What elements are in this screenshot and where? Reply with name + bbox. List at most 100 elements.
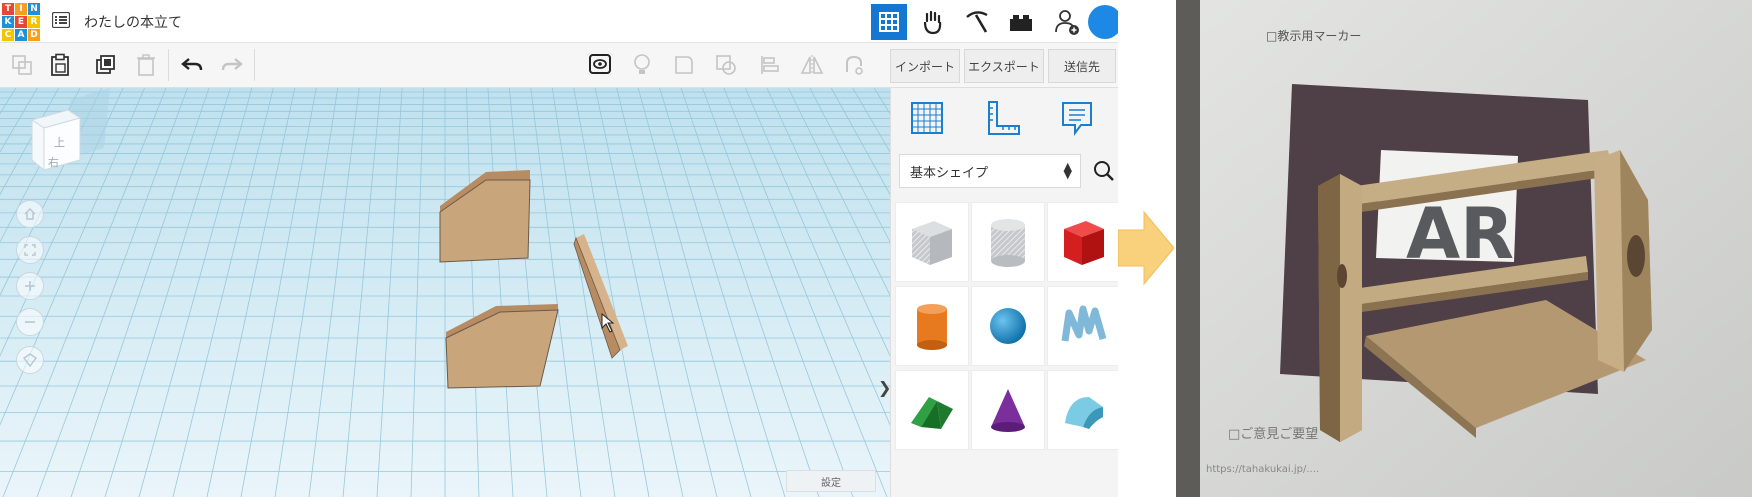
edit-toolbar: インポート エクスポート 送信先 — [0, 43, 1118, 88]
logo-letter: A — [15, 29, 27, 41]
brick-icon — [1010, 15, 1032, 31]
zoom-in-button[interactable] — [16, 272, 44, 300]
logo-letter: D — [28, 29, 40, 41]
side-panel-part[interactable] — [439, 170, 531, 263]
fit-view-button[interactable] — [16, 236, 44, 264]
clipboard-icon — [51, 53, 69, 76]
logo-letter: I — [15, 3, 27, 15]
redo-button[interactable] — [218, 51, 246, 79]
shape-roof[interactable] — [895, 370, 969, 450]
search-icon — [1094, 161, 1114, 181]
viewcube-face-right: 右 — [48, 155, 59, 169]
shape-cylinder[interactable] — [895, 286, 969, 366]
shape-search-button[interactable] — [1087, 154, 1118, 188]
fit-view-icon — [24, 244, 36, 256]
shape-category-value: 基本シェイプ — [910, 165, 989, 181]
panel-toggle-chevron-icon[interactable]: ❯ — [878, 378, 890, 397]
bricks-button[interactable] — [959, 4, 995, 40]
duplicate-icon — [96, 55, 115, 74]
align-button[interactable] — [756, 51, 784, 79]
shape-sphere[interactable] — [971, 286, 1045, 366]
shape-text[interactable] — [1047, 286, 1118, 366]
mirror-icon — [800, 55, 824, 75]
align-icon — [761, 56, 779, 74]
shape-category-select[interactable]: 基本シェイプ ▲ ▼ — [899, 154, 1081, 188]
box-hole-icon — [912, 221, 952, 265]
eye-bubble-icon — [589, 54, 611, 74]
select-arrows-icon: ▲ ▼ — [1063, 160, 1072, 181]
grid-view-button[interactable] — [871, 4, 907, 40]
workplane[interactable]: 上 右 ❯ 設定 — [0, 88, 890, 497]
ar-bookstand-photo: AR □教示用マーカー □ご意見ご要望 https://tahakukai.jp… — [1176, 0, 1752, 497]
shape-box-hole[interactable] — [895, 202, 969, 282]
home-view-button[interactable] — [16, 200, 44, 228]
shapes-panel: 基本シェイプ ▲ ▼ — [890, 88, 1118, 497]
rail-part[interactable] — [573, 234, 628, 359]
toolbar-divider — [254, 49, 255, 81]
copy-button[interactable] — [8, 51, 36, 79]
mirror-button[interactable] — [798, 51, 826, 79]
paste-button[interactable] — [46, 51, 74, 79]
zoom-out-button[interactable] — [16, 308, 44, 336]
tinkercad-logo[interactable]: T I N K E R C A D — [2, 3, 40, 41]
notes-button[interactable] — [586, 51, 614, 79]
logo-letter: E — [15, 16, 27, 28]
grid-view-icon — [879, 12, 899, 32]
shape-cone[interactable] — [971, 370, 1045, 450]
lego-button[interactable] — [1003, 4, 1039, 40]
ruler-tab[interactable] — [979, 94, 1027, 142]
design-title[interactable]: わたしの本立て — [84, 12, 182, 32]
note-bubble-icon — [1062, 102, 1092, 136]
shape-button[interactable] — [670, 51, 698, 79]
copy-icon — [12, 55, 32, 75]
tinkercad-window: T I N K E R C A D わたしの本立て インポート エクスポート 送… — [0, 0, 1118, 497]
hand-paw-icon — [923, 10, 942, 35]
view-cube[interactable]: 上 右 — [28, 106, 88, 176]
workplane-tab[interactable] — [903, 94, 951, 142]
logo-letter: C — [2, 29, 14, 41]
pickaxe-icon — [966, 11, 988, 33]
box-icon — [1064, 221, 1104, 265]
cylinder-icon — [917, 304, 947, 350]
plus-icon — [25, 281, 35, 291]
undo-button[interactable] — [178, 51, 206, 79]
viewcube-face-top: 上 — [54, 136, 65, 149]
cruise-button[interactable] — [840, 51, 868, 79]
text-3d-icon — [1061, 305, 1107, 342]
roof-icon — [911, 397, 953, 429]
edit-grid-settings[interactable]: 設定 — [786, 470, 876, 492]
delete-button[interactable] — [132, 51, 160, 79]
side-panel-part[interactable] — [445, 304, 559, 389]
minus-icon — [25, 321, 35, 323]
home-icon — [24, 208, 36, 220]
shape-box[interactable] — [1047, 202, 1118, 282]
marker-text: AR — [1406, 193, 1514, 275]
import-button[interactable]: インポート — [890, 49, 960, 83]
light-bulb-button[interactable] — [628, 51, 656, 79]
logo-letter: R — [28, 16, 40, 28]
ar-photo: AR □教示用マーカー □ご意見ご要望 https://tahakukai.jp… — [1176, 0, 1752, 497]
perspective-icon — [23, 353, 37, 367]
blocks-button[interactable] — [915, 4, 951, 40]
undo-icon — [181, 58, 203, 71]
toolbar-divider — [168, 49, 169, 81]
duplicate-button[interactable] — [92, 51, 120, 79]
shape-cylinder-hole[interactable] — [971, 202, 1045, 282]
notes-tab[interactable] — [1053, 94, 1101, 142]
group-button[interactable] — [712, 51, 740, 79]
ruler-icon — [988, 101, 1020, 135]
share-user-button[interactable] — [1049, 4, 1085, 40]
avatar[interactable] — [1088, 5, 1118, 39]
export-button[interactable]: エクスポート — [964, 49, 1044, 83]
cone-icon — [991, 389, 1025, 432]
shape-round-roof[interactable] — [1047, 370, 1118, 450]
bottom-caption: □ご意見ご要望 — [1228, 426, 1318, 442]
round-roof-icon — [1065, 397, 1103, 429]
group-icon — [716, 55, 736, 75]
send-to-button[interactable]: 送信先 — [1048, 49, 1116, 83]
magnet-icon — [846, 55, 863, 75]
perspective-button[interactable] — [16, 346, 44, 374]
design-list-icon[interactable] — [52, 12, 70, 28]
transition-arrow-icon — [1118, 210, 1175, 286]
light-bulb-icon — [634, 54, 650, 74]
